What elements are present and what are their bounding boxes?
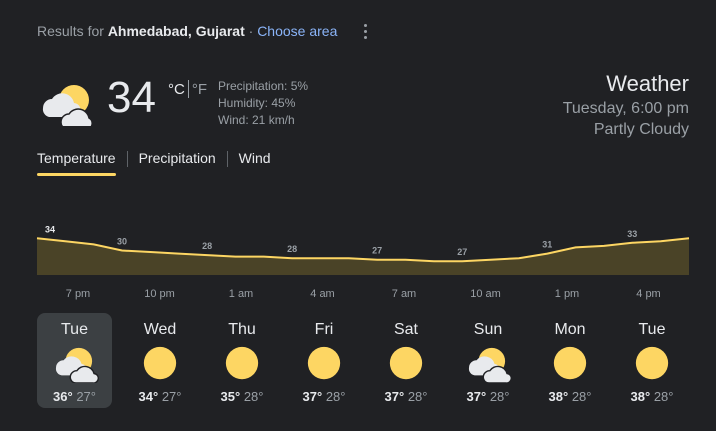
chart-tabs: Temperature Precipitation Wind [37, 150, 271, 176]
daily-forecast: Tue 36° 27° Wed 34° 27° Thu 35° 28° Fri 37° 28°… [37, 313, 693, 408]
day-name: Thu [228, 321, 256, 338]
tab-divider [126, 151, 128, 167]
location-name: Ahmedabad, Gujarat [107, 23, 245, 39]
day-temperatures: 37° 28° [365, 389, 447, 404]
day-low-temp: 28° [325, 389, 346, 404]
day-high-temp: 37° [302, 389, 323, 404]
day-low-temp: 28° [489, 389, 510, 404]
day-high-temp: 38° [548, 389, 569, 404]
day-forecast-sun[interactable]: Sun 37° 28° [447, 313, 529, 408]
temperature-data-label: 28 [202, 241, 212, 251]
sunny-icon [553, 346, 587, 380]
day-forecast-fri[interactable]: Fri 37° 28° [283, 313, 365, 408]
hour-axis: 7 pm 10 pm 1 am 4 am 7 am 10 am 1 pm 4 pm [0, 288, 716, 304]
temperature-data-label: 34 [45, 224, 55, 234]
hour-tick-label: 7 pm [65, 288, 91, 300]
day-low-temp: 27° [76, 389, 96, 404]
temperature-data-label: 31 [542, 240, 552, 250]
partly-cloudy-icon [42, 85, 93, 126]
current-temperature: 34 [107, 73, 156, 122]
temperature-chart: 34 30 28 28 27 27 31 33 [36, 224, 690, 275]
hour-tick-label: 1 am [228, 288, 254, 300]
temperature-data-label: 27 [372, 246, 382, 256]
sunny-icon [307, 346, 341, 380]
day-forecast-wed[interactable]: Wed 34° 27° [119, 313, 201, 408]
day-name: Sat [393, 321, 418, 338]
day-low-temp: 28° [653, 389, 674, 404]
header-separator: · [248, 23, 254, 39]
choose-area-link[interactable]: Choose area [257, 23, 337, 39]
day-low-temp: 28° [571, 389, 592, 404]
unit-divider [187, 80, 189, 98]
weather-condition: Partly Cloudy [593, 121, 689, 138]
day-high-temp: 35° [220, 389, 241, 404]
day-forecast-mon[interactable]: Mon 38° 28° [529, 313, 611, 408]
day-high-temp: 36° [53, 389, 73, 404]
temperature-data-label: 28 [287, 244, 297, 254]
wind-detail: Wind: 21 km/h [218, 113, 295, 127]
unit-toggle: °C °F [168, 80, 207, 98]
day-forecast-tue[interactable]: Tue 36° 27° [37, 313, 112, 408]
day-temperatures: 36° 27° [37, 389, 112, 404]
day-temperatures: 35° 28° [201, 389, 283, 404]
day-name: Mon [554, 321, 586, 338]
day-low-temp: 28° [407, 389, 428, 404]
day-temperatures: 37° 28° [447, 389, 529, 404]
sunny-icon [143, 346, 177, 380]
weather-title: Weather [606, 71, 689, 96]
day-name: Wed [143, 321, 177, 338]
hour-tick-label: 10 am [470, 288, 501, 300]
hour-tick-label: 10 pm [144, 288, 175, 300]
current-details: Precipitation: 5% Humidity: 45% Wind: 21… [218, 78, 308, 129]
hour-tick-label: 4 am [310, 288, 335, 300]
day-forecast-sat[interactable]: Sat 37° 28° [365, 313, 447, 408]
day-name: Tue [638, 321, 666, 338]
tab-temperature[interactable]: Temperature [37, 150, 116, 176]
tab-divider [226, 151, 228, 167]
day-high-temp: 37° [384, 389, 405, 404]
day-temperatures: 34° 27° [119, 389, 201, 404]
more-options-icon[interactable] [358, 21, 374, 41]
sunny-icon [635, 346, 669, 380]
fahrenheit-unit[interactable]: °F [192, 81, 207, 98]
day-forecast-thu[interactable]: Thu 35° 28° [201, 313, 283, 408]
results-prefix: Results for [37, 23, 104, 39]
partly-cloudy-icon [55, 347, 99, 383]
tab-precipitation[interactable]: Precipitation [139, 150, 216, 176]
temperature-area [37, 238, 689, 275]
day-name: Fri [314, 321, 334, 338]
day-high-temp: 34° [138, 389, 159, 404]
hour-tick-label: 4 pm [636, 288, 661, 300]
tab-wind[interactable]: Wind [239, 150, 271, 176]
temperature-data-label: 33 [627, 229, 637, 239]
day-forecast-tue[interactable]: Tue 38° 28° [611, 313, 693, 408]
temperature-data-label: 27 [457, 247, 467, 257]
sunny-icon [225, 346, 259, 380]
sunny-icon [389, 346, 423, 380]
partly-cloudy-icon [468, 347, 512, 383]
weather-datetime: Tuesday, 6:00 pm [562, 100, 689, 117]
weather-summary: Weather Tuesday, 6:00 pm Partly Cloudy [563, 70, 689, 140]
humidity-detail: Humidity: 45% [218, 96, 296, 110]
day-temperatures: 37° 28° [283, 389, 365, 404]
hour-tick-label: 7 am [391, 288, 417, 300]
celsius-unit[interactable]: °C [168, 81, 185, 98]
temperature-data-label: 30 [117, 237, 127, 247]
day-high-temp: 37° [466, 389, 487, 404]
precipitation-detail: Precipitation: 5% [218, 79, 309, 93]
hour-tick-label: 1 pm [554, 288, 580, 300]
results-header: Results for Ahmedabad, Gujarat · Choose … [37, 23, 337, 39]
day-low-temp: 28° [243, 389, 264, 404]
day-high-temp: 38° [630, 389, 651, 404]
day-name: Tue [61, 321, 88, 338]
day-temperatures: 38° 28° [529, 389, 611, 404]
day-low-temp: 27° [161, 389, 182, 404]
day-temperatures: 38° 28° [611, 389, 693, 404]
day-name: Sun [473, 321, 503, 338]
